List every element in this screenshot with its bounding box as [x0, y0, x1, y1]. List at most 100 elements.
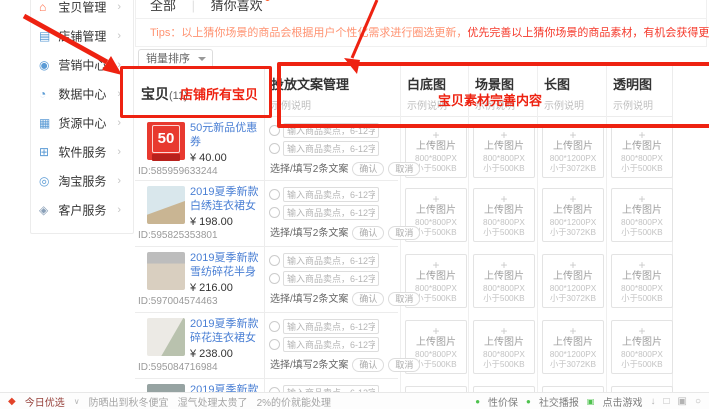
selling-point-input[interactable]	[283, 319, 379, 334]
tips-emphasis: 优先完善以上猜你场景的商品素材，有机会获得更多手淘流量	[467, 27, 709, 39]
product-title-link[interactable]: 2019夏季新款白绣连衣裙女韩版短裙T恤中长款	[190, 185, 264, 213]
sidebar-item-marketing-center[interactable]: ◉ 营销中心 ›	[31, 51, 133, 80]
product-photo	[147, 318, 185, 356]
sort-dropdown-label: 销量排序	[146, 53, 190, 65]
copy-note: 选择/填写2条文案	[270, 228, 348, 239]
statusbar-item[interactable]: 点击游戏	[602, 394, 642, 409]
download-icon[interactable]: ↓	[650, 396, 655, 407]
news-ticker-item[interactable]: 防晒出到秋冬便宜	[89, 394, 169, 409]
checkbox[interactable]	[269, 143, 280, 154]
limit-hint: 小于500KB	[614, 293, 669, 302]
column-long-image: 长图 示例说明 + 上传图片 800*1200PX 小于3072KB + 上传图…	[537, 66, 607, 409]
limit-hint: 小于500KB	[476, 163, 531, 172]
upload-image-cell[interactable]: + 上传图片 800*1200PX 小于3072KB	[542, 188, 604, 242]
sidebar-item-customer-service[interactable]: ◈ 客户服务 ›	[31, 196, 133, 225]
size-hint: 800*800PX	[614, 153, 669, 162]
status-square-icon: ▣	[587, 397, 595, 406]
plus-icon: +	[612, 193, 672, 205]
selling-point-input[interactable]	[283, 253, 379, 268]
sidebar-item-baobei-manage[interactable]: ⌂ 宝贝管理 ›	[31, 0, 133, 22]
cancel-button[interactable]: 取消	[388, 358, 420, 372]
tab-all[interactable]: 全部	[150, 0, 176, 18]
example-link[interactable]: 示例说明	[544, 97, 607, 112]
scene-header-title: 场景图	[475, 74, 538, 93]
example-link[interactable]: 示例说明	[407, 97, 469, 112]
product-price: ¥ 238.00	[190, 348, 264, 360]
upload-image-cell[interactable]: + 上传图片 800*800PX 小于500KB	[611, 124, 673, 178]
upload-image-cell[interactable]: + 上传图片 800*800PX 小于500KB	[473, 320, 535, 374]
gallery-icon[interactable]: ▣	[678, 396, 687, 407]
tab-guess-you-like[interactable]: 猜你喜欢	[211, 0, 263, 18]
white-bg-header-title: 白底图	[407, 74, 469, 93]
copy-note: 选择/填写2条文案	[270, 294, 348, 305]
window-icon[interactable]: □	[663, 396, 669, 407]
upload-label: 上传图片	[543, 141, 603, 153]
cancel-button[interactable]: 取消	[388, 162, 420, 176]
news-ticker-item[interactable]: 2%的价就能处理	[257, 394, 331, 409]
news-ticker-item[interactable]: 湿气处理太贵了	[178, 394, 248, 409]
selling-point-input[interactable]	[283, 141, 379, 156]
size-hint: 800*800PX	[614, 283, 669, 292]
upload-image-cell[interactable]: + 上传图片 800*800PX 小于500KB	[611, 188, 673, 242]
cancel-button[interactable]: 取消	[388, 226, 420, 240]
upload-image-cell[interactable]: + 上传图片 800*800PX 小于500KB	[611, 320, 673, 374]
sidebar-item-taobao-service[interactable]: ◎ 淘宝服务 ›	[31, 167, 133, 196]
product-photo	[147, 186, 185, 224]
statusbar-item[interactable]: 社交播报	[539, 394, 579, 409]
selling-point-input[interactable]	[283, 337, 379, 352]
sidebar-item-software-service[interactable]: ⊞ 软件服务 ›	[31, 138, 133, 167]
size-hint: 800*800PX	[614, 349, 669, 358]
product-title-link[interactable]: 2019夏季新款雪纺碎花半身裙女中长款韩版百搭	[190, 251, 264, 279]
column-scene-image: 场景图 示例说明 + 上传图片 800*800PX 小于500KB + 上传图片…	[468, 66, 538, 409]
upload-image-cell[interactable]: + 上传图片 800*800PX 小于500KB	[473, 124, 535, 178]
checkbox[interactable]	[269, 189, 280, 200]
checkbox[interactable]	[269, 207, 280, 218]
shop-icon: ▤	[39, 22, 55, 51]
size-hint: 800*1200PX	[545, 217, 600, 226]
chevron-down-icon[interactable]: ∨	[74, 397, 80, 406]
product-price: ¥ 40.00	[190, 152, 264, 164]
product-id: ID:597004574463	[138, 296, 218, 307]
sidebar-item-label: 营销中心	[58, 58, 106, 72]
checkbox[interactable]	[269, 255, 280, 266]
confirm-button[interactable]: 确认	[352, 162, 384, 176]
statusbar-item[interactable]: 性价保	[488, 394, 518, 409]
limit-hint: 小于500KB	[614, 227, 669, 236]
status-dot-icon: ●	[526, 397, 531, 406]
table-row: 50 50元新品优惠券 ¥ 40.00 ID:585959633244 选择/填…	[135, 116, 398, 180]
upload-image-cell[interactable]: + 上传图片 800*800PX 小于500KB	[473, 188, 535, 242]
copywriting-cell: 选择/填写2条文案确认取消	[265, 246, 398, 310]
checkbox[interactable]	[269, 321, 280, 332]
sidebar-item-supply-center[interactable]: ▦ 货源中心 ›	[31, 109, 133, 138]
checkbox[interactable]	[269, 273, 280, 284]
upload-image-cell[interactable]: + 上传图片 800*800PX 小于500KB	[473, 254, 535, 308]
checkbox[interactable]	[269, 125, 280, 136]
sidebar-item-data-center[interactable]: ◔ 数据中心 ›	[31, 80, 133, 109]
product-title-link[interactable]: 2019夏季新款碎花连衣裙女修身显瘦小众网红	[190, 317, 264, 345]
selling-point-input[interactable]	[283, 271, 379, 286]
product-title-link[interactable]: 50元新品优惠券	[190, 121, 264, 149]
selling-point-input[interactable]	[283, 205, 379, 220]
confirm-button[interactable]: 确认	[352, 226, 384, 240]
checkbox[interactable]	[269, 339, 280, 350]
upload-image-cell[interactable]: + 上传图片 800*1200PX 小于3072KB	[542, 254, 604, 308]
sidebar-item-shop-manage[interactable]: ▤ 店铺管理 ›	[31, 22, 133, 51]
selling-point-input[interactable]	[283, 123, 379, 138]
circle-icon[interactable]: ○	[695, 396, 701, 407]
upload-label: 上传图片	[543, 205, 603, 217]
example-link[interactable]: 示例说明	[271, 97, 349, 112]
plus-icon: +	[406, 193, 466, 205]
confirm-button[interactable]: 确认	[352, 292, 384, 306]
upload-image-cell[interactable]: + 上传图片 800*800PX 小于500KB	[611, 254, 673, 308]
confirm-button[interactable]: 确认	[352, 358, 384, 372]
chevron-right-icon: ›	[117, 0, 121, 22]
upload-image-cell[interactable]: + 上传图片 800*1200PX 小于3072KB	[542, 320, 604, 374]
upload-image-cell[interactable]: + 上传图片 800*1200PX 小于3072KB	[542, 124, 604, 178]
news-brand[interactable]: 今日优选	[25, 394, 65, 409]
cancel-button[interactable]: 取消	[388, 292, 420, 306]
plus-icon: +	[543, 325, 603, 337]
size-hint: 800*800PX	[476, 349, 531, 358]
selling-point-input[interactable]	[283, 187, 379, 202]
example-link[interactable]: 示例说明	[475, 97, 538, 112]
example-link[interactable]: 示例说明	[613, 97, 673, 112]
